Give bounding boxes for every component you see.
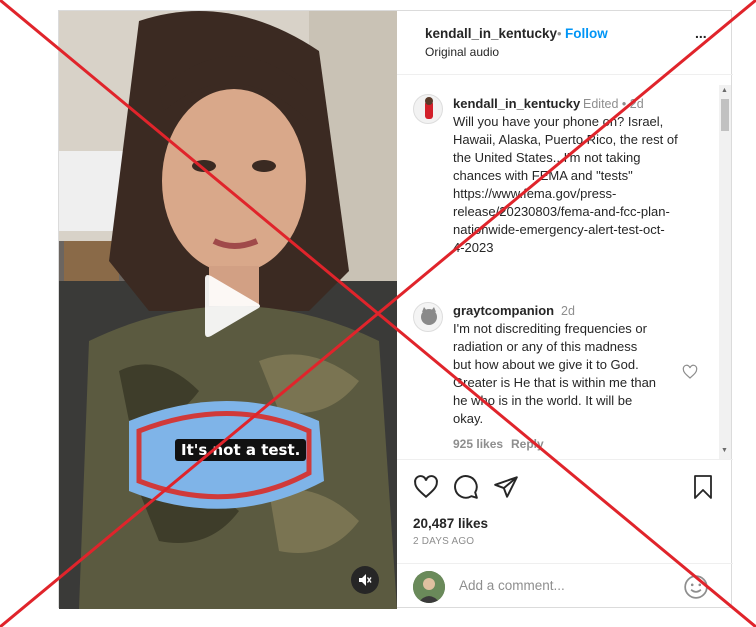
comments-scrollbar[interactable]: ▲ ▼ (719, 85, 731, 459)
avatar (413, 571, 445, 603)
like-heart-icon[interactable] (413, 474, 439, 500)
comments-list: kendall_in_kentucky Edited • 2d Will you… (397, 76, 733, 456)
follow-button[interactable]: Follow (565, 26, 608, 41)
post-sidebar: kendall_in_kentucky • Follow Original au… (397, 11, 733, 609)
comment-link[interactable]: release/20230803/fema-and-fcc-plan- (453, 203, 693, 221)
save-bookmark-icon[interactable] (691, 474, 715, 500)
video-player[interactable]: It's not a test. (59, 11, 397, 609)
add-comment-bar: Add a comment... (397, 563, 733, 609)
emoji-smiley-icon[interactable] (683, 574, 709, 600)
scrollbar-thumb[interactable] (721, 99, 729, 131)
comment-meta: Edited • 2d (583, 97, 644, 111)
comment-link[interactable]: 4-2023 (453, 239, 693, 257)
share-send-icon[interactable] (493, 474, 519, 500)
video-caption: It's not a test. (175, 439, 307, 461)
comment-text: I'm not discrediting frequencies or radi… (453, 320, 683, 428)
comment-bubble-icon[interactable] (453, 474, 479, 500)
comment-line: Greater is He that is within me than (453, 375, 657, 390)
comment-line: radiation or any of this madness (453, 339, 638, 354)
comment-meta: 2d (561, 304, 575, 318)
speaker-muted-icon[interactable] (351, 566, 379, 594)
comment-line: chances with FEMA and "tests" (453, 168, 633, 183)
comment-line: but how about we give it to God. (453, 357, 639, 372)
comment-line: I'm not discrediting frequencies or (453, 321, 647, 336)
separator-dot: • (557, 26, 562, 41)
comment-text: Will you have your phone on? Israel, Haw… (453, 113, 693, 257)
audio-label[interactable]: Original audio (425, 45, 499, 59)
comment-link[interactable]: nationwide-emergency-alert-test-oct- (453, 221, 693, 239)
more-options-icon[interactable]: ... (695, 25, 707, 41)
post-header: kendall_in_kentucky • Follow Original au… (397, 11, 733, 75)
reply-button[interactable]: Reply (511, 437, 544, 451)
post-actions: 20,487 likes 2 DAYS AGO (397, 459, 733, 563)
add-comment-input[interactable]: Add a comment... (459, 578, 565, 593)
comment-username[interactable]: kendall_in_kentucky (453, 96, 580, 111)
comment-line: the United States...I'm not taking (453, 150, 641, 165)
avatar[interactable] (413, 302, 443, 332)
play-icon[interactable] (197, 273, 263, 339)
comment-likes[interactable]: 925 likes (453, 437, 503, 451)
comment-link[interactable]: https://www.fema.gov/press- (453, 185, 693, 203)
comment-line: Will you have your phone on? Israel, (453, 114, 664, 129)
like-comment-heart-icon[interactable] (682, 364, 698, 380)
comment-line: he who is in the world. It will be (453, 393, 633, 408)
comment-username[interactable]: graytcompanion (453, 303, 554, 318)
post-timestamp: 2 DAYS AGO (413, 536, 475, 547)
scroll-down-arrow-icon[interactable]: ▼ (721, 447, 728, 454)
post-likes-count[interactable]: 20,487 likes (413, 516, 488, 531)
comment-line: Hawaii, Alaska, Puerto Rico, the rest of (453, 132, 678, 147)
post-username[interactable]: kendall_in_kentucky (425, 26, 557, 41)
instagram-post: It's not a test. kendall_in_kentucky • F… (58, 10, 733, 609)
avatar[interactable] (413, 94, 443, 124)
scroll-up-arrow-icon[interactable]: ▲ (721, 87, 728, 94)
comment-line: okay. (453, 411, 484, 426)
